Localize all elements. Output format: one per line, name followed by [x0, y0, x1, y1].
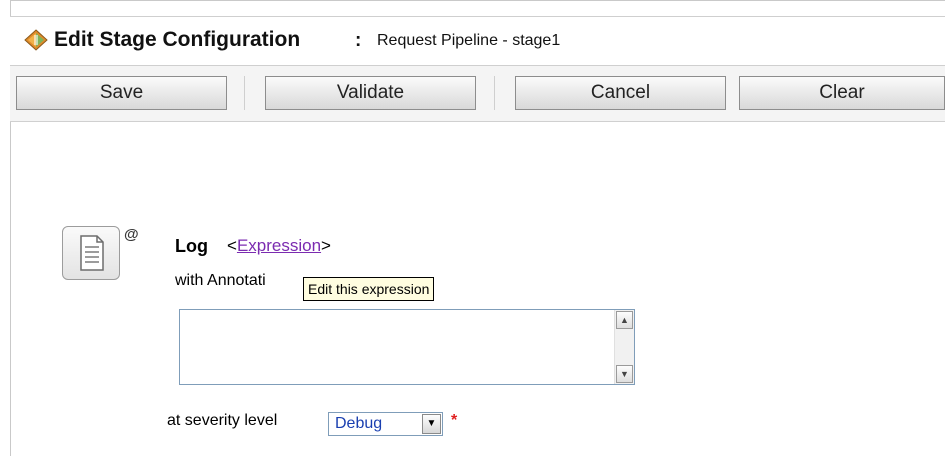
annotation-scrollbar[interactable]: ▲ ▼ — [614, 310, 634, 384]
toolbar-divider — [494, 76, 495, 110]
expression-open-bracket: < — [227, 236, 237, 255]
log-document-icon — [80, 235, 104, 271]
stage-config-icon — [24, 29, 48, 51]
log-action-icon-button[interactable] — [62, 226, 120, 280]
severity-selected-value: Debug — [335, 415, 383, 432]
expression-close-bracket: > — [321, 236, 331, 255]
expression-field: <Expression> — [227, 236, 331, 256]
chevron-down-icon[interactable]: ▼ — [422, 414, 441, 434]
annotation-at-icon: @ — [124, 226, 139, 243]
page-title: Edit Stage Configuration — [54, 28, 301, 51]
scroll-down-icon[interactable]: ▼ — [616, 365, 633, 383]
severity-select[interactable]: Debug ▼ — [328, 412, 443, 436]
clear-button[interactable]: Clear — [739, 76, 945, 110]
page-subtitle: Request Pipeline - stage1 — [377, 32, 561, 49]
expression-tooltip: Edit this expression — [303, 277, 435, 301]
save-button[interactable]: Save — [16, 76, 227, 110]
title-bar: Edit Stage Configuration : Request Pipel… — [10, 16, 945, 66]
toolbar: Save Validate Cancel Clear — [10, 66, 945, 122]
annotation-textarea[interactable]: ▲ ▼ — [179, 309, 635, 385]
title-separator: : — [355, 30, 362, 51]
annotation-label: with Annotati — [175, 272, 266, 289]
severity-label: at severity level — [167, 412, 278, 429]
toolbar-divider — [244, 76, 245, 110]
scroll-up-icon[interactable]: ▲ — [616, 311, 633, 329]
expression-link[interactable]: Expression — [237, 236, 321, 255]
required-marker: * — [451, 412, 458, 429]
cancel-button[interactable]: Cancel — [515, 76, 726, 110]
validate-button[interactable]: Validate — [265, 76, 476, 110]
log-action-label: Log — [175, 236, 208, 256]
